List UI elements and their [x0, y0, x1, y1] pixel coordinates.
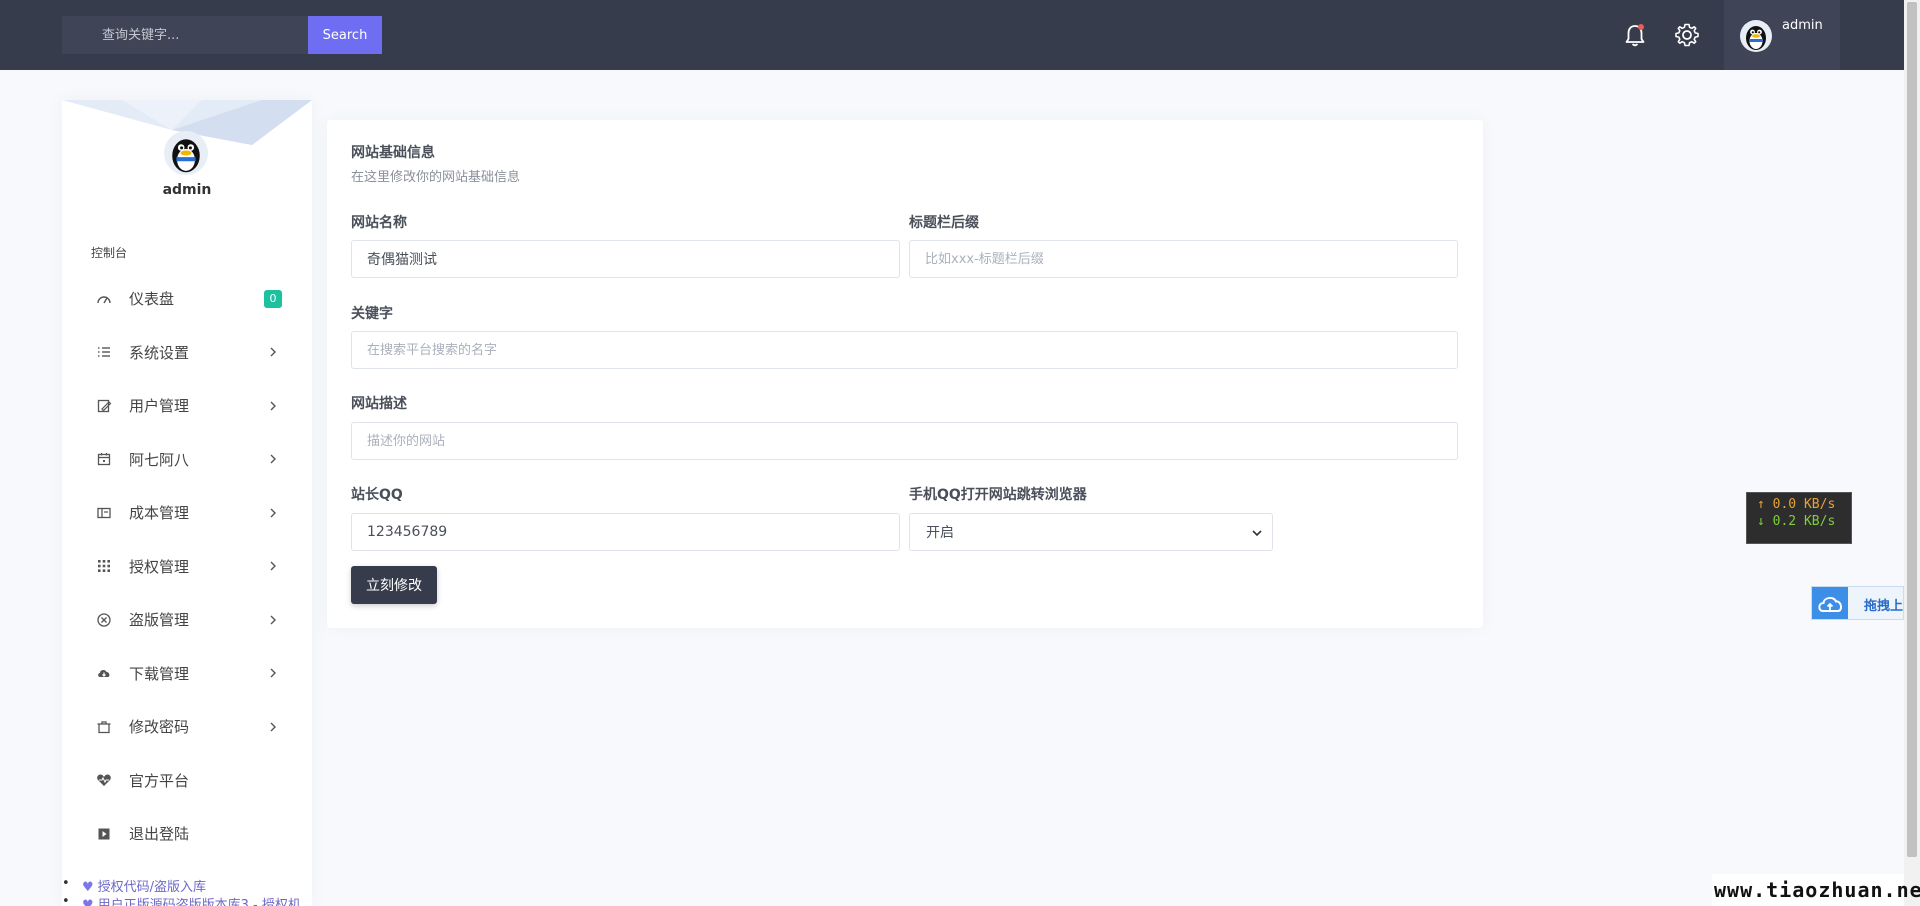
- sidebar-item-dashboard[interactable]: 仪表盘 0: [62, 272, 312, 326]
- grid-icon: [98, 560, 110, 573]
- mobile-qq-redirect-label: 手机QQ打开网站跳转浏览器: [909, 487, 1087, 503]
- drag-upload-tab[interactable]: 拖拽上传: [1811, 586, 1904, 620]
- upload-speed: ↑ 0.0 KB/s: [1757, 497, 1836, 512]
- chevron-right-icon: [270, 668, 276, 678]
- chevron-right-icon: [270, 508, 276, 518]
- select-value: 开启: [926, 525, 954, 541]
- close-circle-icon: [97, 613, 111, 627]
- card-title: 网站基础信息: [351, 145, 435, 161]
- sidebar-item-label: 用户管理: [129, 397, 190, 416]
- chevron-right-icon: [270, 722, 276, 732]
- logout-icon: [98, 828, 110, 840]
- sidebar-item-download-management[interactable]: 下载管理: [62, 647, 312, 701]
- user-menu[interactable]: admin: [1724, 0, 1840, 70]
- bell-icon[interactable]: [1622, 22, 1648, 48]
- footer-link[interactable]: ♥授权代码/盗版入库: [62, 876, 301, 895]
- sidebar-item-label: 授权管理: [129, 557, 190, 576]
- sidebar-item-label: 退出登陆: [129, 825, 190, 844]
- sidebar-item-system-settings[interactable]: 系统设置: [62, 326, 312, 380]
- keywords-label: 关键字: [351, 306, 393, 322]
- cloud-upload-icon: [1812, 587, 1848, 619]
- sidebar-item-label: 系统设置: [129, 343, 190, 362]
- sidebar-item-label: 修改密码: [129, 718, 190, 737]
- search-input[interactable]: [62, 16, 308, 54]
- username: admin: [1782, 18, 1823, 33]
- sidebar-item-label: 盗版管理: [129, 611, 190, 630]
- sidebar-menu: 仪表盘 0 系统设置 用户管理 阿七阿八 成本管理 授权管理 盗版管理 下载管理…: [62, 272, 312, 861]
- mobile-qq-redirect-select[interactable]: 开启: [909, 513, 1273, 551]
- footer-link-label: 用户正版源码盗版版本库3 - 授权机: [97, 898, 301, 906]
- scrollbar-thumb[interactable]: [1907, 2, 1917, 857]
- sidebar-item-official-platform[interactable]: 官方平台: [62, 754, 312, 808]
- chevron-right-icon: [270, 401, 276, 411]
- heart-icon: ♥: [82, 898, 94, 906]
- upload-tab-label: 拖拽上传: [1864, 599, 1904, 614]
- site-name-input[interactable]: [351, 240, 900, 278]
- list-icon: [98, 347, 110, 357]
- heart-icon: [97, 774, 111, 787]
- sidebar-item-aqiaba[interactable]: 阿七阿八: [62, 433, 312, 487]
- sidebar-item-change-password[interactable]: 修改密码: [62, 700, 312, 754]
- sidebar-item-logout[interactable]: 退出登陆: [62, 807, 312, 861]
- sidebar-item-authorization-management[interactable]: 授权管理: [62, 540, 312, 594]
- count-badge: 0: [264, 289, 282, 308]
- chevron-down-icon: [1252, 530, 1262, 537]
- search-button[interactable]: Search: [308, 16, 382, 54]
- sidebar-item-label: 阿七阿八: [129, 450, 190, 469]
- submit-button[interactable]: 立刻修改: [351, 566, 437, 604]
- card-subtitle: 在这里修改你的网站基础信息: [351, 170, 521, 185]
- sidebar-item-user-management[interactable]: 用户管理: [62, 379, 312, 433]
- sidebar-item-label: 仪表盘: [129, 290, 175, 309]
- scrollbar[interactable]: [1904, 0, 1920, 906]
- sidebar-item-label: 下载管理: [129, 664, 190, 683]
- chevron-right-icon: [270, 561, 276, 571]
- download-speed: ↓ 0.2 KB/s: [1757, 514, 1836, 529]
- calendar-icon: [97, 453, 111, 466]
- sidebar-item-label: 官方平台: [129, 771, 190, 790]
- top-bar: Search admin: [0, 0, 1904, 70]
- cloud-download-icon: [98, 670, 110, 678]
- footer-link-label: 授权代码/盗版入库: [97, 880, 207, 895]
- password-icon: [97, 721, 111, 733]
- chevron-right-icon: [270, 615, 276, 625]
- network-speed-widget[interactable]: ↑ 0.0 KB/s ↓ 0.2 KB/s: [1746, 492, 1852, 544]
- search-bar: Search: [62, 16, 382, 54]
- heart-icon: ♥: [82, 880, 94, 895]
- site-name-label: 网站名称: [351, 215, 407, 231]
- sidebar-username: admin: [162, 182, 212, 198]
- description-label: 网站描述: [351, 396, 407, 412]
- sidebar: admin 控制台 仪表盘 0 系统设置 用户管理 阿七阿八 成本管理 授权管理…: [62, 100, 312, 906]
- title-suffix-input[interactable]: [909, 240, 1458, 278]
- qq-input[interactable]: [351, 513, 900, 551]
- sidebar-item-label: 成本管理: [129, 504, 190, 523]
- chevron-right-icon: [270, 347, 276, 357]
- footer-links: ♥授权代码/盗版入库 ♥用户正版源码盗版版本库3 - 授权机: [62, 876, 301, 906]
- qq-label: 站长QQ: [351, 487, 403, 503]
- sidebar-item-cost-management[interactable]: 成本管理: [62, 486, 312, 540]
- keywords-input[interactable]: [351, 331, 1458, 369]
- title-suffix-label: 标题栏后缀: [909, 215, 979, 231]
- description-input[interactable]: [351, 422, 1458, 460]
- avatar: [1740, 20, 1772, 52]
- sidebar-item-piracy-management[interactable]: 盗版管理: [62, 593, 312, 647]
- chevron-right-icon: [270, 454, 276, 464]
- section-label: 控制台: [91, 246, 128, 260]
- site-settings-card: 网站基础信息 在这里修改你的网站基础信息 网站名称 标题栏后缀 关键字 网站描述…: [327, 120, 1483, 628]
- footer-link[interactable]: ♥用户正版源码盗版版本库3 - 授权机: [62, 894, 301, 906]
- avatar: [164, 131, 208, 175]
- user-edit-icon: [97, 399, 112, 412]
- watermark: www.tiaozhuan.net: [1712, 874, 1920, 906]
- cost-icon: [97, 507, 111, 518]
- dashboard-icon: [97, 296, 111, 304]
- gear-icon[interactable]: [1674, 22, 1700, 48]
